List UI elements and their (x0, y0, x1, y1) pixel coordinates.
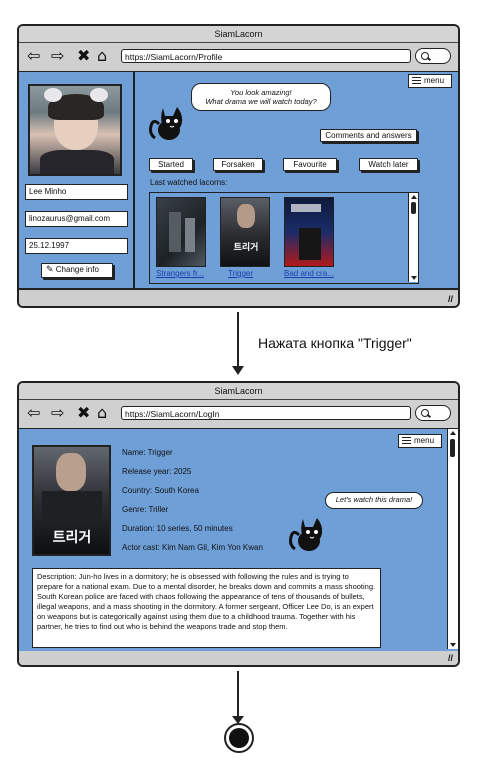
search-icon[interactable] (415, 48, 451, 64)
cat-mascot-icon (289, 518, 323, 551)
hamburger-icon (402, 437, 411, 445)
profile-content: Lee Minho linozaurus@gmail.com 25.12.199… (19, 72, 458, 290)
home-icon[interactable]: ⌂ (97, 404, 107, 422)
birthdate-field[interactable]: 25.12.1997 (25, 238, 128, 254)
home-icon[interactable]: ⌂ (97, 47, 107, 65)
browser-toolbar: ⇦ ⇨ ✖ ⌂ https://SiamLacorn/Profile (19, 43, 458, 73)
menu-button[interactable]: menu (398, 434, 442, 448)
arrow-head-icon (232, 366, 244, 375)
poster-title-trigger[interactable]: Trigger (228, 269, 253, 278)
browser-toolbar: ⇦ ⇨ ✖ ⌂ https://SiamLacorn/LogIn (19, 400, 458, 430)
profile-window: SiamLacorn ⇦ ⇨ ✖ ⌂ https://SiamLacorn/Pr… (17, 24, 460, 308)
last-watched-list: Strangers fr... 트리거 Trigger Bad and cra.… (149, 192, 419, 284)
window-title: SiamLacorn (19, 26, 458, 43)
transition-arrow (237, 312, 239, 370)
bubble-line-1: You look amazing! (230, 88, 292, 97)
search-icon[interactable] (415, 405, 451, 421)
name-field[interactable]: Lee Minho (25, 184, 128, 200)
drama-duration: Duration: 10 series, 50 minutes (122, 524, 233, 533)
drama-detail-content: menu 트리거 Name: Trigger Release year: 202… (19, 429, 458, 653)
end-arrow (237, 671, 239, 719)
end-state-icon (224, 723, 254, 753)
comments-and-answers-button[interactable]: Comments and answers (320, 129, 417, 142)
last-watched-label: Last watched lacorns: (150, 178, 228, 187)
drama-cast: Actor cast: Kim Nam Gil, Kim Yon Kwan (122, 543, 263, 552)
tab-watch-later[interactable]: Watch later (359, 158, 418, 171)
drama-poster: 트리거 (32, 445, 111, 556)
email-field[interactable]: linozaurus@gmail.com (25, 211, 128, 227)
cat-mascot-icon (149, 107, 183, 140)
change-info-label: Change info (55, 265, 99, 274)
address-bar[interactable]: https://SiamLacorn/Profile (121, 49, 411, 63)
drama-country: Country: South Korea (122, 486, 199, 495)
avatar (28, 84, 122, 176)
pencil-icon: ✎ (46, 264, 54, 274)
mascot-speech-bubble: You look amazing! What drama we will wat… (191, 83, 331, 111)
bubble-line-2: What drama we will watch today? (205, 97, 317, 106)
status-bar: // (19, 292, 458, 306)
poster-korean-title: 트리거 (52, 529, 92, 545)
back-arrow-icon[interactable]: ⇦ (27, 47, 40, 65)
drama-genre: Genre: Triller (122, 505, 169, 514)
detail-window: SiamLacorn ⇦ ⇨ ✖ ⌂ https://SiamLacorn/Lo… (17, 381, 460, 667)
poster-title-strangers[interactable]: Strangers fr... (156, 269, 204, 278)
resize-grip-icon[interactable]: // (448, 294, 453, 304)
transition-label: Нажата кнопка "Trigger" (258, 335, 412, 351)
forward-arrow-icon[interactable]: ⇨ (51, 404, 64, 422)
mascot-speech-bubble: Let's watch this drama! (325, 492, 423, 509)
poster-title-bad-and-crazy[interactable]: Bad and cra... (284, 269, 334, 278)
hamburger-icon (412, 77, 421, 85)
poster-bad-and-crazy[interactable] (284, 197, 334, 267)
tab-forsaken[interactable]: Forsaken (213, 158, 263, 171)
address-bar[interactable]: https://SiamLacorn/LogIn (121, 406, 411, 420)
change-info-button[interactable]: ✎ Change info (41, 263, 113, 278)
tab-started[interactable]: Started (149, 158, 193, 171)
window-title: SiamLacorn (19, 383, 458, 400)
menu-label: menu (424, 76, 445, 85)
column-divider (133, 72, 135, 288)
carousel-scrollbar[interactable] (408, 193, 418, 282)
page-scrollbar[interactable] (447, 429, 458, 649)
back-arrow-icon[interactable]: ⇦ (27, 404, 40, 422)
resize-grip-icon[interactable]: // (448, 653, 453, 663)
close-icon[interactable]: ✖ (77, 47, 90, 65)
status-bar: // (19, 651, 458, 665)
menu-label: menu (414, 436, 435, 445)
poster-trigger[interactable]: 트리거 (220, 197, 270, 267)
tab-favourite[interactable]: Favourite (283, 158, 337, 171)
menu-button[interactable]: menu (408, 74, 452, 88)
poster-strangers[interactable] (156, 197, 206, 267)
drama-name: Name: Trigger (122, 448, 173, 457)
close-icon[interactable]: ✖ (77, 404, 90, 422)
drama-description: Description: Jun-ho lives in a dormitory… (32, 568, 381, 648)
drama-release-year: Release year: 2025 (122, 467, 192, 476)
forward-arrow-icon[interactable]: ⇨ (51, 47, 64, 65)
